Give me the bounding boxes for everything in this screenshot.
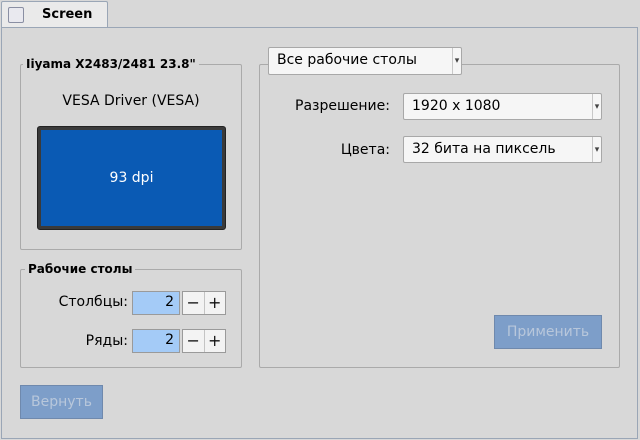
resolution-select[interactable]: 1920 x 1080 ▾	[403, 93, 602, 120]
colors-value: 32 бита на пиксель	[412, 141, 556, 157]
window-icon	[8, 7, 24, 23]
dpi-label: 93 dpi	[109, 170, 154, 186]
tab-bar: Screen	[0, 0, 640, 28]
resolution-value: 1920 x 1080	[412, 98, 501, 114]
columns-label: Столбцы:	[58, 294, 128, 310]
workspace-selector-value: Все рабочие столы	[277, 52, 417, 68]
driver-label: VESA Driver (VESA)	[62, 93, 200, 109]
columns-decrement-button[interactable]: −	[183, 292, 204, 314]
resolution-label: Разрешение:	[295, 98, 390, 114]
rows-input[interactable]: 2	[132, 329, 180, 353]
rows-decrement-button[interactable]: −	[183, 330, 204, 352]
workspace-selector[interactable]: Все рабочие столы ▾	[268, 47, 462, 75]
chevron-down-icon: ▾	[452, 48, 461, 74]
rows-stepper: − +	[182, 329, 226, 353]
monitor-preview: 93 dpi	[37, 126, 226, 230]
desktops-title: Рабочие столы	[25, 262, 136, 276]
desktops-group: Рабочие столы	[20, 262, 242, 368]
revert-button[interactable]: Вернуть	[20, 385, 103, 419]
columns-input[interactable]: 2	[132, 291, 180, 315]
monitor-screen: 93 dpi	[41, 130, 222, 226]
rows-label: Ряды:	[85, 333, 128, 349]
monitor-name: Iiyama X2483/2481 23.8"	[23, 57, 199, 71]
apply-button[interactable]: Применить	[494, 315, 602, 349]
rows-increment-button[interactable]: +	[203, 330, 226, 352]
chevron-down-icon: ▾	[592, 137, 601, 162]
tab-label: Screen	[42, 7, 93, 22]
colors-label: Цвета:	[340, 142, 390, 158]
columns-increment-button[interactable]: +	[203, 292, 226, 314]
columns-stepper: − +	[182, 291, 226, 315]
chevron-down-icon: ▾	[592, 94, 601, 119]
colors-select[interactable]: 32 бита на пиксель ▾	[403, 136, 602, 163]
monitor-group: Iiyama X2483/2481 23.8" VESA Driver (VES…	[20, 57, 242, 250]
tab-screen[interactable]: Screen	[1, 1, 108, 28]
